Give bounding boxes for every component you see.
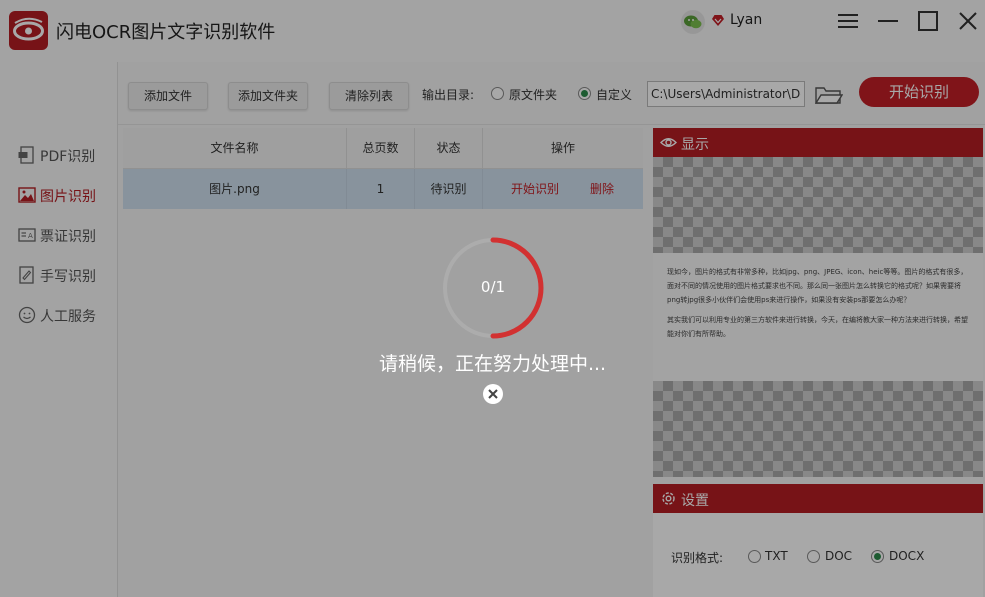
processing-overlay: 0/1 请稍候，正在努力处理中... xyxy=(0,0,985,597)
cancel-icon[interactable] xyxy=(482,383,504,405)
progress-count: 0/1 xyxy=(480,278,506,296)
processing-message: 请稍候，正在努力处理中... xyxy=(378,353,607,375)
